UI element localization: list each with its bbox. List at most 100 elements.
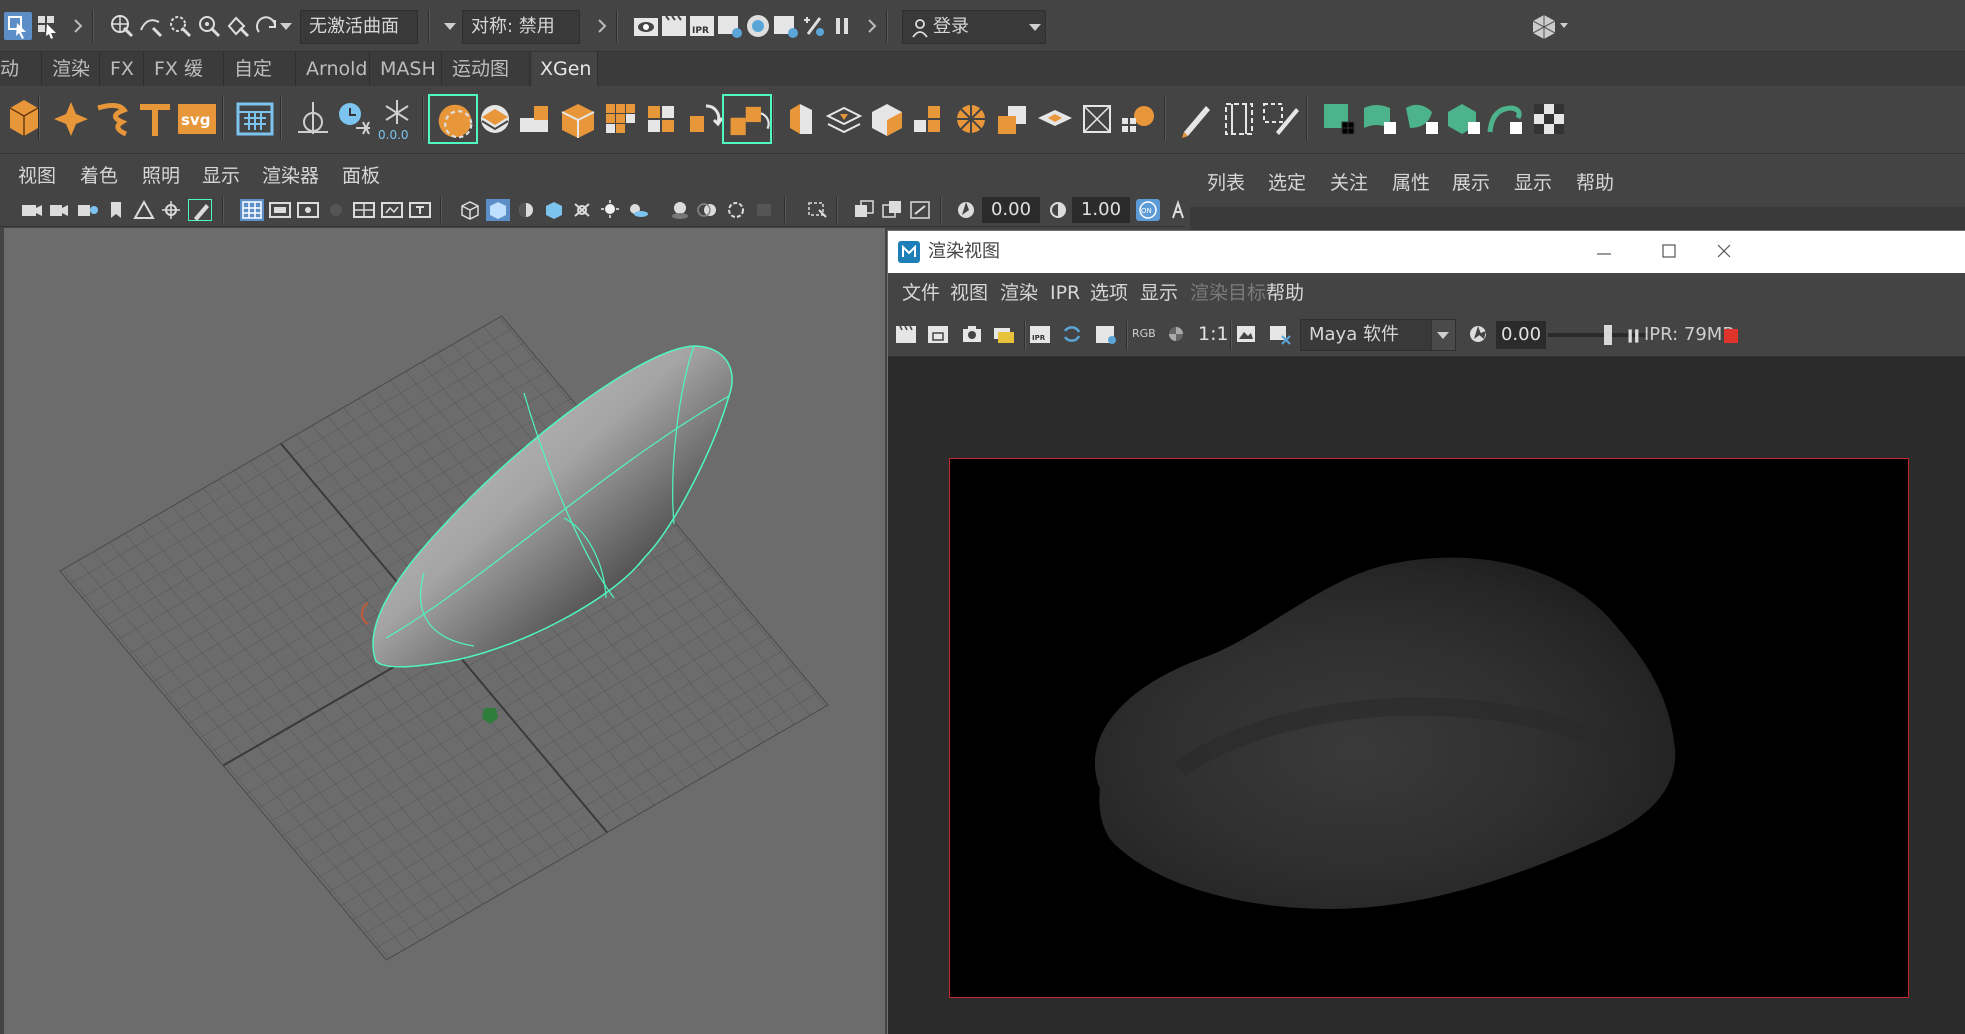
stop-render-icon[interactable] bbox=[1724, 329, 1738, 343]
perspective-viewport[interactable] bbox=[4, 228, 885, 1034]
camera-icon[interactable] bbox=[20, 199, 44, 221]
snap-point-icon[interactable] bbox=[166, 12, 194, 40]
zoom-1to1-button[interactable]: 1:1 bbox=[1198, 323, 1229, 345]
layout-dropdown-icon[interactable] bbox=[1560, 23, 1568, 28]
shelf-tab-active[interactable]: XGen bbox=[532, 52, 598, 86]
screen-space-ao-icon[interactable] bbox=[668, 199, 692, 221]
shelf-tab[interactable]: Arnold bbox=[298, 52, 370, 86]
two-d-pan-icon[interactable] bbox=[160, 199, 184, 221]
camera-attr-icon[interactable] bbox=[76, 199, 100, 221]
motion-blur-icon[interactable] bbox=[696, 199, 720, 221]
outliner-menu-display[interactable]: 显示 bbox=[1514, 166, 1552, 200]
snowflake-icon[interactable]: 0.0.0 bbox=[372, 94, 422, 144]
ipr-render-icon[interactable]: IPR bbox=[1028, 323, 1056, 347]
modeling-toolkit-icon[interactable] bbox=[1530, 12, 1558, 40]
xray-active-icon[interactable] bbox=[880, 199, 904, 221]
outliner-menu-list[interactable]: 列表 bbox=[1207, 166, 1245, 200]
rv-menu-render[interactable]: 渲染 bbox=[1000, 276, 1038, 310]
sphere-icon[interactable] bbox=[0, 94, 39, 144]
collapse-arrow-icon[interactable] bbox=[64, 12, 83, 40]
snap-magnet-icon[interactable] bbox=[253, 12, 281, 40]
default-material-icon[interactable] bbox=[514, 199, 538, 221]
brush-icon[interactable] bbox=[1256, 94, 1306, 144]
wireframe-icon[interactable] bbox=[458, 199, 482, 221]
safe-title-icon[interactable] bbox=[408, 199, 432, 221]
checker-icon[interactable] bbox=[1524, 94, 1574, 144]
pause-icon[interactable] bbox=[828, 12, 856, 40]
symmetry-dropdown-icon[interactable] bbox=[444, 23, 456, 30]
gate-mask-icon[interactable] bbox=[324, 199, 348, 221]
outliner-menu-focus[interactable]: 关注 bbox=[1330, 166, 1368, 200]
close-icon[interactable] bbox=[1716, 243, 1732, 259]
light-editor-icon[interactable] bbox=[800, 12, 828, 40]
exposure-icon[interactable] bbox=[1466, 323, 1494, 347]
camera-lock-icon[interactable] bbox=[48, 199, 72, 221]
pause-ipr-icon[interactable] bbox=[1622, 325, 1639, 345]
grid-icon[interactable] bbox=[230, 94, 280, 144]
shelf-tab[interactable]: MASH bbox=[372, 52, 442, 86]
alpha-channel-icon[interactable] bbox=[1164, 323, 1192, 347]
ipr-render-icon[interactable]: IPR bbox=[688, 12, 716, 40]
grid-toggle-icon[interactable] bbox=[240, 199, 264, 221]
snap-live-icon[interactable] bbox=[224, 12, 252, 40]
snapshot-icon[interactable] bbox=[960, 323, 988, 347]
viewport-menu-lighting[interactable]: 照明 bbox=[142, 159, 180, 193]
smooth-shade-icon[interactable] bbox=[486, 199, 510, 221]
viewport-gamma-field[interactable]: 1.00 bbox=[1072, 197, 1130, 223]
render-exposure-field[interactable]: 0.00 bbox=[1496, 321, 1546, 349]
resolution-gate-icon[interactable] bbox=[296, 199, 320, 221]
rendered-image[interactable] bbox=[949, 458, 1909, 998]
outliner-menu-help[interactable]: 帮助 bbox=[1576, 166, 1614, 200]
viewport-menu-show[interactable]: 显示 bbox=[202, 159, 240, 193]
render-settings-icon[interactable] bbox=[716, 12, 744, 40]
render-region-icon[interactable] bbox=[926, 323, 954, 347]
gamma-icon[interactable] bbox=[1046, 199, 1070, 221]
rv-menu-display[interactable]: 显示 bbox=[1140, 276, 1178, 310]
outliner-menu-attributes[interactable]: 属性 bbox=[1392, 166, 1430, 200]
rv-menu-view[interactable]: 视图 bbox=[950, 276, 988, 310]
viewport-menu-renderer[interactable]: 渲染器 bbox=[262, 159, 319, 193]
render-settings-icon[interactable] bbox=[1094, 323, 1122, 347]
svg-icon[interactable]: svg bbox=[172, 94, 222, 144]
shelf-tab[interactable]: FX 缓存 bbox=[146, 52, 224, 114]
image-plane-icon[interactable] bbox=[132, 199, 156, 221]
select-by-object-icon[interactable] bbox=[34, 12, 62, 40]
outliner-menu-show[interactable]: 展示 bbox=[1452, 166, 1490, 200]
rgb-channel-toggle[interactable]: RGB bbox=[1132, 327, 1156, 340]
grease-pencil-icon[interactable] bbox=[188, 199, 212, 221]
keep-image-icon[interactable] bbox=[1234, 323, 1262, 347]
symmetry-field[interactable]: 对称: 禁用 bbox=[462, 10, 580, 44]
selection-mask-field[interactable]: 无激活曲面 bbox=[300, 10, 418, 44]
isolate-select-icon[interactable] bbox=[806, 199, 830, 221]
rv-menu-help[interactable]: 帮助 bbox=[1266, 276, 1304, 310]
exposure-icon[interactable] bbox=[954, 199, 978, 221]
render-eye-icon[interactable] bbox=[632, 12, 660, 40]
transform-icon[interactable] bbox=[722, 94, 772, 144]
lights-icon[interactable] bbox=[598, 199, 622, 221]
rv-menu-ipr[interactable]: IPR bbox=[1050, 276, 1080, 310]
select-by-hierarchy-icon[interactable] bbox=[4, 12, 32, 40]
snap-dropdown-icon[interactable] bbox=[280, 23, 292, 30]
hypershade-icon[interactable] bbox=[744, 12, 772, 40]
safe-action-icon[interactable] bbox=[380, 199, 404, 221]
rv-menu-options[interactable]: 选项 bbox=[1090, 276, 1128, 310]
collapse-arrow-icon[interactable] bbox=[588, 12, 607, 40]
anti-alias-icon[interactable] bbox=[724, 199, 748, 221]
xray-icon[interactable] bbox=[570, 199, 594, 221]
redo-render-icon[interactable] bbox=[894, 323, 922, 347]
shelf-tab[interactable]: 运动图形 bbox=[444, 52, 530, 114]
color-management-icon[interactable]: ON bbox=[1136, 199, 1160, 221]
rv-menu-file[interactable]: 文件 bbox=[902, 276, 940, 310]
shadows-icon[interactable] bbox=[626, 199, 650, 221]
snap-grid-icon[interactable] bbox=[108, 12, 136, 40]
render-sequence-icon[interactable] bbox=[992, 323, 1020, 347]
renderer-select[interactable]: Maya 软件 bbox=[1300, 319, 1456, 351]
minimize-icon[interactable] bbox=[1596, 245, 1612, 259]
xray-joints-icon[interactable] bbox=[852, 199, 876, 221]
render-frame-icon[interactable] bbox=[660, 12, 688, 40]
viewport-menu-view[interactable]: 视图 bbox=[18, 159, 56, 193]
depth-of-field-icon[interactable] bbox=[752, 199, 776, 221]
refresh-ipr-icon[interactable] bbox=[1060, 323, 1088, 347]
render-view-titlebar[interactable]: 渲染视图 bbox=[888, 231, 1965, 273]
shelf-tab[interactable]: 自定义 bbox=[226, 52, 296, 114]
